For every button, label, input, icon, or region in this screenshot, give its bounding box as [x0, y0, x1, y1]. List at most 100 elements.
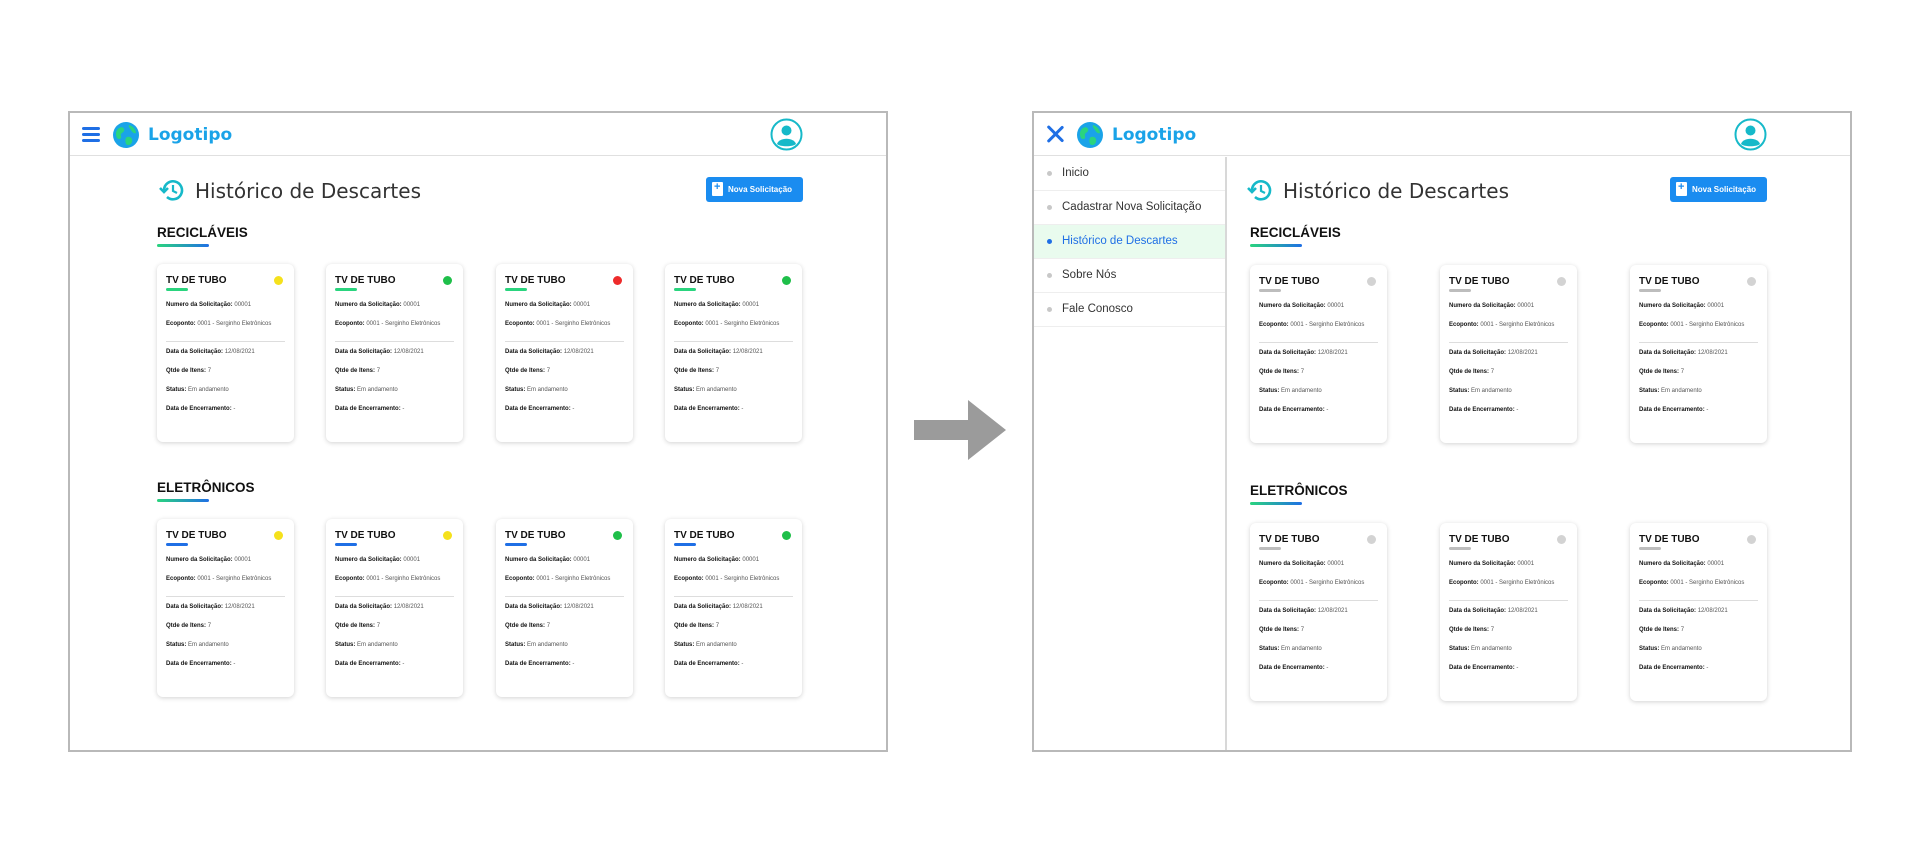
- sidebar-menu: Inicio Cadastrar Nova Solicitação Histór…: [1034, 157, 1227, 750]
- card-item-count: Qtde de Itens: 7: [166, 368, 212, 374]
- card-title-underline: [505, 543, 527, 546]
- card-ecoponto: Ecoponto: 0001 - Serginho Eletrônicos: [1259, 322, 1365, 328]
- card-title: TV DE TUBO: [1639, 534, 1700, 545]
- card-item-count: Qtde de Itens: 7: [1259, 627, 1305, 633]
- request-card[interactable]: TV DE TUBO Numero da Solicitação: 00001 Ec…: [1630, 265, 1767, 443]
- status-indicator-dot: [782, 276, 791, 285]
- card-request-date: Data da Solicitação: 12/08/2021: [335, 349, 424, 355]
- request-card[interactable]: TV DE TUBO Numero da Solicitação: 00001 Ec…: [326, 519, 463, 697]
- card-request-date: Data da Solicitação: 12/08/2021: [1639, 608, 1728, 614]
- card-request-number: Numero da Solicitação: 00001: [1639, 303, 1725, 309]
- sidebar-item-historico[interactable]: Histórico de Descartes: [1034, 225, 1225, 259]
- card-divider: [505, 596, 624, 597]
- card-item-count: Qtde de Itens: 7: [1259, 369, 1305, 375]
- card-close-date: Data de Encerramento: -: [1259, 665, 1329, 671]
- card-status: Status: Em andamento: [335, 387, 398, 393]
- request-card[interactable]: TV DE TUBO Numero da Solicitação: 00001 Ec…: [157, 519, 294, 697]
- request-card[interactable]: TV DE TUBO Numero da Solicitação: 00001 Ec…: [1440, 523, 1577, 701]
- card-item-count: Qtde de Itens: 7: [335, 368, 381, 374]
- card-request-number: Numero da Solicitação: 00001: [1259, 303, 1345, 309]
- card-ecoponto: Ecoponto: 0001 - Serginho Eletrônicos: [335, 576, 441, 582]
- card-request-date: Data da Solicitação: 12/08/2021: [1449, 350, 1538, 356]
- hamburger-menu-icon[interactable]: [82, 126, 100, 142]
- request-card[interactable]: TV DE TUBO Numero da Solicitação: 00001 Ec…: [1630, 523, 1767, 701]
- card-title: TV DE TUBO: [505, 275, 566, 286]
- card-title: TV DE TUBO: [335, 530, 396, 541]
- request-card[interactable]: TV DE TUBO Numero da Solicitação: 00001 Ec…: [157, 264, 294, 442]
- sidebar-item-inicio[interactable]: Inicio: [1034, 157, 1225, 191]
- request-card[interactable]: TV DE TUBO Numero da Solicitação: 00001 Ec…: [496, 264, 633, 442]
- sidebar-item-sobre[interactable]: Sobre Nós: [1034, 259, 1225, 293]
- card-title: TV DE TUBO: [505, 530, 566, 541]
- card-close-date: Data de Encerramento: -: [1259, 407, 1329, 413]
- card-ecoponto: Ecoponto: 0001 - Serginho Eletrônicos: [674, 321, 780, 327]
- card-item-count: Qtde de Itens: 7: [505, 368, 551, 374]
- card-status: Status: Em andamento: [1259, 646, 1322, 652]
- request-card[interactable]: TV DE TUBO Numero da Solicitação: 00001 Ec…: [1250, 523, 1387, 701]
- user-avatar-icon[interactable]: [770, 118, 803, 151]
- card-title-underline: [166, 288, 188, 291]
- request-card[interactable]: TV DE TUBO Numero da Solicitação: 00001 Ec…: [326, 264, 463, 442]
- close-menu-icon[interactable]: [1045, 124, 1065, 144]
- globe-icon: [1077, 122, 1103, 148]
- card-item-count: Qtde de Itens: 7: [1639, 627, 1685, 633]
- card-title: TV DE TUBO: [1259, 276, 1320, 287]
- card-close-date: Data de Encerramento: -: [1639, 407, 1709, 413]
- logo-text[interactable]: Logotipo: [148, 125, 232, 145]
- sidebar-item-label: Sobre Nós: [1062, 269, 1117, 281]
- card-status: Status: Em andamento: [166, 642, 229, 648]
- request-card[interactable]: TV DE TUBO Numero da Solicitação: 00001 Ec…: [1250, 265, 1387, 443]
- card-title-underline: [1259, 547, 1281, 550]
- right-arrow-icon: [914, 400, 1006, 460]
- logo-text[interactable]: Logotipo: [1112, 125, 1196, 145]
- request-card[interactable]: TV DE TUBO Numero da Solicitação: 00001 Ec…: [665, 519, 802, 697]
- card-request-number: Numero da Solicitação: 00001: [505, 557, 591, 563]
- status-indicator-dot: [443, 276, 452, 285]
- history-icon: [1247, 180, 1272, 201]
- card-status: Status: Em andamento: [674, 642, 737, 648]
- card-request-number: Numero da Solicitação: 00001: [1449, 303, 1535, 309]
- request-card[interactable]: TV DE TUBO Numero da Solicitação: 00001 Ec…: [496, 519, 633, 697]
- request-card[interactable]: TV DE TUBO Numero da Solicitação: 00001 Ec…: [1440, 265, 1577, 443]
- new-request-button-label: Nova Solicitação: [1692, 185, 1757, 194]
- card-title: TV DE TUBO: [335, 275, 396, 286]
- status-indicator-dot: [1367, 535, 1376, 544]
- card-request-number: Numero da Solicitação: 00001: [1639, 561, 1725, 567]
- request-card[interactable]: TV DE TUBO Numero da Solicitação: 00001 Ec…: [665, 264, 802, 442]
- new-request-button[interactable]: Nova Solicitação: [1670, 177, 1767, 202]
- card-item-count: Qtde de Itens: 7: [1449, 627, 1495, 633]
- card-title-underline: [166, 543, 188, 546]
- bullet-icon: [1047, 205, 1052, 210]
- top-navbar: Logotipo: [1034, 113, 1850, 156]
- card-divider: [1449, 342, 1568, 343]
- card-request-date: Data da Solicitação: 12/08/2021: [674, 349, 763, 355]
- card-divider: [335, 341, 454, 342]
- user-avatar-icon[interactable]: [1734, 118, 1767, 151]
- card-close-date: Data de Encerramento: -: [166, 661, 236, 667]
- card-close-date: Data de Encerramento: -: [335, 661, 405, 667]
- section-title-electronics: ELETRÔNICOS: [1250, 483, 1348, 505]
- card-request-number: Numero da Solicitação: 00001: [166, 302, 252, 308]
- sidebar-item-cadastrar[interactable]: Cadastrar Nova Solicitação: [1034, 191, 1225, 225]
- new-request-button[interactable]: Nova Solicitação: [706, 177, 803, 202]
- card-close-date: Data de Encerramento: -: [1449, 665, 1519, 671]
- card-close-date: Data de Encerramento: -: [166, 406, 236, 412]
- card-ecoponto: Ecoponto: 0001 - Serginho Eletrônicos: [674, 576, 780, 582]
- card-close-date: Data de Encerramento: -: [505, 406, 575, 412]
- card-ecoponto: Ecoponto: 0001 - Serginho Eletrônicos: [335, 321, 441, 327]
- card-item-count: Qtde de Itens: 7: [674, 368, 720, 374]
- card-status: Status: Em andamento: [674, 387, 737, 393]
- sidebar-item-fale-conosco[interactable]: Fale Conosco: [1034, 293, 1225, 327]
- card-request-number: Numero da Solicitação: 00001: [505, 302, 591, 308]
- card-divider: [1639, 600, 1758, 601]
- bullet-icon: [1047, 171, 1052, 176]
- card-title-underline: [335, 288, 357, 291]
- card-title-underline: [674, 288, 696, 291]
- section-title-electronics-text: ELETRÔNICOS: [1250, 483, 1348, 498]
- card-divider: [1259, 342, 1378, 343]
- card-request-date: Data da Solicitação: 12/08/2021: [166, 604, 255, 610]
- history-icon: [159, 180, 184, 201]
- card-request-number: Numero da Solicitação: 00001: [674, 302, 760, 308]
- card-ecoponto: Ecoponto: 0001 - Serginho Eletrônicos: [1259, 580, 1365, 586]
- card-status: Status: Em andamento: [1449, 388, 1512, 394]
